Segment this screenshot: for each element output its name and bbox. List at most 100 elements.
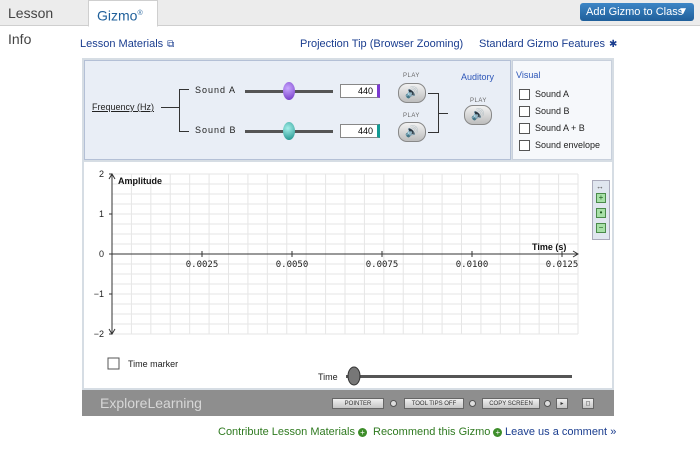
play-sound-ab-button[interactable]: 🔊: [464, 105, 492, 125]
y-tick-label: −2: [94, 329, 104, 339]
gizmo-frame: Frequency (Hz) Sound A 440 Sound B 440 P…: [82, 58, 614, 416]
fullscreen-icon: ▸: [560, 401, 564, 407]
play-a-label: PLAY: [403, 73, 420, 79]
visual-option-label: Sound A + B: [535, 123, 585, 133]
add-gizmo-to-class-button[interactable]: Add Gizmo to Class ▼: [580, 3, 694, 21]
frequency-label: Frequency (Hz): [92, 102, 155, 112]
visual-title: Visual: [516, 70, 541, 80]
lesson-materials-label: Lesson Materials: [80, 38, 164, 50]
bracket-line: [179, 89, 180, 132]
plus-circle-icon: +: [357, 427, 367, 437]
time-slider-knob[interactable]: [347, 366, 361, 386]
tab-gizmo-label: Gizmo: [97, 7, 138, 24]
sound-b-label: Sound B: [195, 125, 237, 135]
contribute-label: Contribute Lesson Materials: [218, 426, 355, 438]
visual-option-sound-ab[interactable]: Sound A + B: [519, 122, 585, 135]
play-ab-label: PLAY: [470, 98, 487, 104]
tab-lesson-info[interactable]: Lesson Info: [0, 0, 86, 47]
fullscreen-button[interactable]: ▸: [556, 398, 568, 409]
sound-b-slider-knob[interactable]: [283, 122, 295, 140]
dot-icon: [390, 400, 397, 407]
play-sound-b-button[interactable]: 🔊: [398, 122, 426, 142]
registered-mark: ®: [137, 10, 143, 17]
time-marker-label: Time marker: [128, 359, 178, 369]
plus-circle-icon: +: [493, 427, 503, 437]
visual-option-sound-b[interactable]: Sound B: [519, 105, 570, 118]
waveform-graph: Amplitude Time (s) 2 1 0 −1 −2 0.0025 0.0050 0…: [84, 162, 612, 388]
recommend-gizmo-link[interactable]: Recommend this Gizmo +: [373, 426, 503, 438]
tooltips-label: TOOL TIPS OFF: [411, 401, 457, 407]
play-sound-a-button[interactable]: 🔊: [398, 83, 426, 103]
leave-comment-link[interactable]: Leave us a comment »: [505, 426, 616, 438]
y-tick-label: 2: [99, 169, 104, 179]
zoom-in-button[interactable]: +: [596, 193, 606, 203]
checkbox[interactable]: [519, 106, 530, 118]
sound-a-frequency-field[interactable]: 440: [340, 84, 380, 98]
x-axis-label: Time (s): [532, 242, 566, 252]
checkbox[interactable]: [519, 89, 530, 101]
x-tick-label: 0.0100: [456, 260, 489, 270]
sound-b-frequency-field[interactable]: 440: [340, 124, 380, 138]
external-window-icon: ⧉: [167, 39, 175, 50]
checkbox[interactable]: [519, 140, 530, 152]
auditory-label: Auditory: [461, 72, 495, 82]
double-chevron-right-icon: »: [610, 426, 617, 438]
top-tab-bar: Lesson Info Gizmo® Add Gizmo to Class ▼: [0, 0, 700, 47]
time-marker-checkbox[interactable]: [107, 357, 120, 370]
play-b-label: PLAY: [403, 113, 420, 119]
tooltips-button[interactable]: TOOL TIPS OFF: [404, 398, 464, 409]
visual-option-label: Sound B: [535, 106, 570, 116]
zoom-out-button[interactable]: −: [596, 223, 606, 233]
contribute-lesson-materials-link[interactable]: Contribute Lesson Materials +: [218, 426, 367, 438]
y-axis-label: Amplitude: [118, 176, 162, 186]
bracket-line: [428, 132, 438, 133]
x-tick-label: 0.0025: [186, 260, 219, 270]
y-tick-labels: 2 1 0 −1 −2: [94, 169, 104, 339]
x-tick-label: 0.0075: [366, 260, 399, 270]
graph-svg: Amplitude Time (s) 2 1 0 −1 −2 0.0025 0.0050 0…: [94, 169, 579, 386]
sound-a-slider-knob[interactable]: [283, 82, 295, 100]
pointer-button[interactable]: POINTER: [332, 398, 384, 409]
window-icon: ◻: [585, 401, 591, 407]
x-tick-label: 0.0125: [546, 260, 579, 270]
visual-option-sound-a[interactable]: Sound A: [519, 88, 570, 101]
zoom-reset-button[interactable]: •: [596, 208, 606, 218]
y-tick-label: 1: [99, 209, 104, 219]
standard-features-label: Standard Gizmo Features: [479, 38, 605, 50]
dot-icon: [544, 400, 551, 407]
copy-screen-button[interactable]: COPY SCREEN: [482, 398, 540, 409]
features-icon: ✱: [608, 39, 618, 50]
speaker-icon: 🔊: [405, 126, 419, 138]
horizontal-resize-icon: ↔: [596, 182, 604, 191]
time-slider-label: Time: [318, 372, 338, 382]
speaker-icon: 🔊: [405, 87, 419, 99]
lesson-materials-link[interactable]: Lesson Materials ⧉: [80, 38, 174, 50]
bracket-line: [438, 113, 448, 114]
window-button[interactable]: ◻: [582, 398, 594, 409]
zoom-controls: ↔ + • −: [592, 180, 610, 240]
standard-features-link[interactable]: Standard Gizmo Features ✱: [479, 38, 617, 50]
x-tick-label: 0.0050: [276, 260, 309, 270]
visual-panel: Visual Sound A Sound B Sound A + B Sound…: [512, 60, 612, 160]
frequency-panel: Frequency (Hz) Sound A 440 Sound B 440 P…: [84, 60, 511, 160]
dot-icon: [469, 400, 476, 407]
explorelearning-logo: ExploreLearning: [100, 395, 202, 411]
recommend-label: Recommend this Gizmo: [373, 426, 491, 438]
y-tick-label: −1: [94, 289, 104, 299]
axes: [108, 173, 579, 335]
projection-tip-link[interactable]: Projection Tip (Browser Zooming): [300, 38, 463, 50]
time-slider-track[interactable]: [346, 375, 572, 378]
bracket-line: [161, 107, 179, 108]
copy-screen-label: COPY SCREEN: [489, 401, 533, 407]
tab-gizmo[interactable]: Gizmo®: [88, 0, 158, 27]
speaker-icon: 🔊: [471, 109, 485, 121]
bracket-line: [428, 93, 438, 94]
visual-option-envelope[interactable]: Sound envelope: [519, 139, 601, 152]
checkbox[interactable]: [519, 123, 530, 135]
visual-option-label: Sound envelope: [535, 140, 601, 150]
y-tick-label: 0: [99, 249, 104, 259]
add-gizmo-label: Add Gizmo to Class: [586, 6, 684, 18]
pointer-label: POINTER: [344, 401, 372, 407]
bracket-line: [179, 131, 189, 132]
visual-option-label: Sound A: [535, 89, 570, 99]
